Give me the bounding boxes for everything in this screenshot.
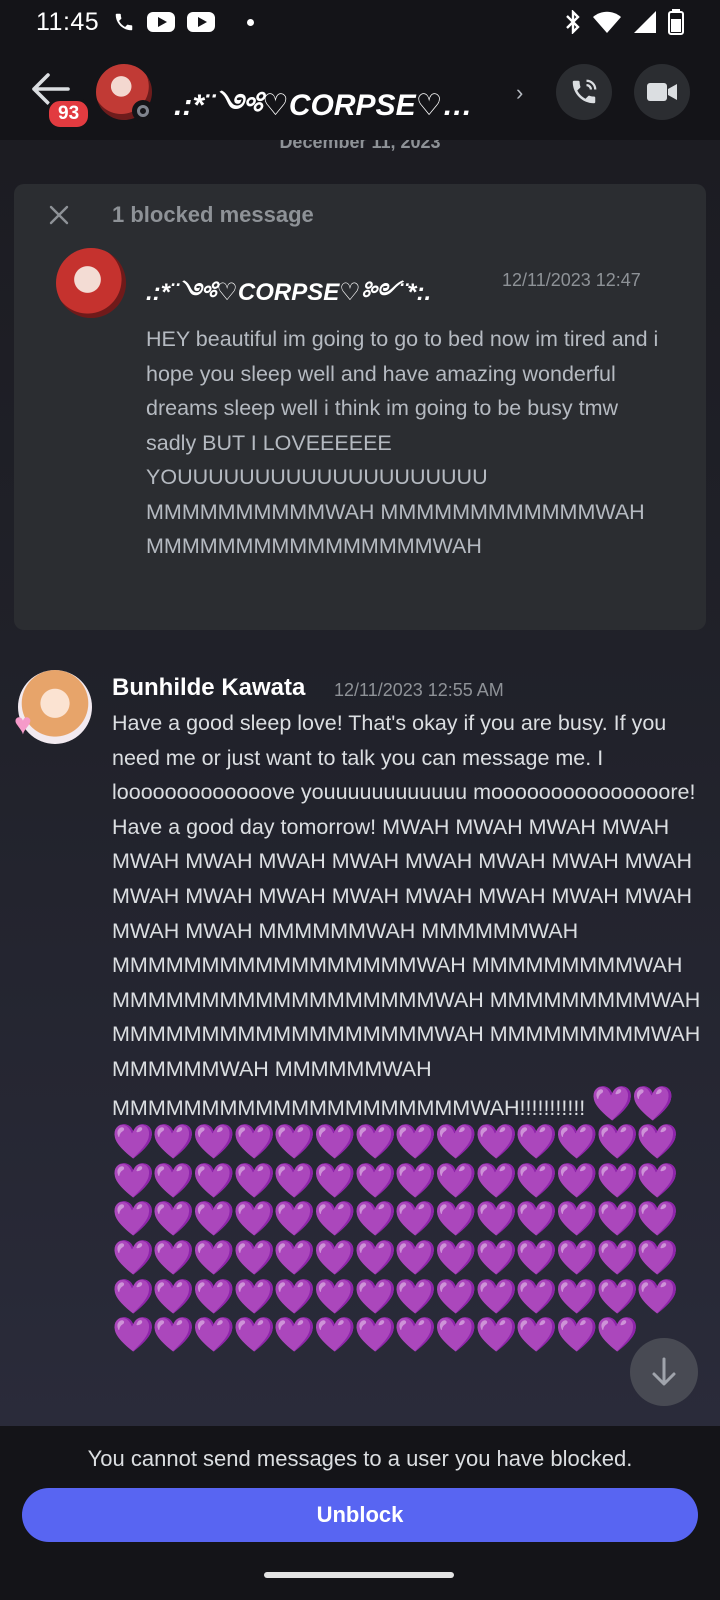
navigation-bar — [0, 1556, 720, 1600]
signal-icon — [634, 11, 656, 33]
unread-badge: 93 — [46, 98, 92, 130]
message-body: HEY beautiful im going to go to bed now … — [146, 327, 659, 558]
notification-dot-icon — [247, 18, 255, 26]
blocked-message-card: 1 blocked message .:*¨༺♡CORPSE♡༻¨*:. 12/… — [14, 184, 706, 630]
bluetooth-icon — [566, 10, 580, 34]
jump-to-bottom-button[interactable] — [630, 1338, 698, 1406]
blocked-footer: You cannot send messages to a user you h… — [0, 1426, 720, 1556]
status-time: 11:45 — [36, 7, 100, 36]
presence-indicator-icon — [132, 100, 154, 122]
heart-emojis: 💜💜💜💜💜💜💜💜💜💜💜💜💜💜💜💜💜💜💜💜💜💜💜💜💜💜💜💜💜💜💜💜💜💜💜💜💜💜💜💜… — [112, 1084, 679, 1355]
video-icon — [647, 83, 677, 101]
wifi-icon — [593, 11, 621, 33]
close-icon[interactable] — [48, 204, 70, 226]
chat-header: 93 .:*¨༺♡CORPSE♡… › — [0, 44, 720, 140]
phone-icon — [115, 13, 133, 31]
message-timestamp: 12/11/2023 12:47 — [502, 270, 641, 290]
message-body: Have a good sleep love! That's okay if y… — [112, 706, 702, 1357]
avatar[interactable] — [56, 248, 126, 318]
arrow-down-icon — [652, 1357, 676, 1386]
video-call-button[interactable] — [634, 64, 690, 120]
blocked-notice: You cannot send messages to a user you h… — [87, 1446, 633, 1471]
home-gesture-handle[interactable] — [264, 1572, 454, 1578]
blocked-message-label[interactable]: 1 blocked message — [112, 202, 314, 228]
call-icon — [572, 79, 597, 104]
unblock-button[interactable]: Unblock — [22, 1488, 698, 1542]
youtube-icon — [187, 12, 216, 32]
heart-decoration-icon: ♥ — [14, 708, 32, 741]
status-bar: 11:45 — [0, 0, 720, 44]
chevron-right-icon[interactable]: › — [516, 80, 523, 106]
message-list[interactable]: December 11, 2023 1 blocked message .:*¨… — [0, 140, 720, 1426]
youtube-icon — [147, 12, 176, 32]
voice-call-button[interactable] — [556, 64, 612, 120]
date-divider: December 11, 2023 — [279, 140, 441, 152]
battery-icon — [668, 9, 684, 35]
message-username[interactable]: Bunhilde Kawata — [112, 674, 305, 702]
message-text: Have a good sleep love! That's okay if y… — [112, 711, 701, 1120]
message-timestamp: 12/11/2023 12:55 AM — [334, 680, 504, 700]
